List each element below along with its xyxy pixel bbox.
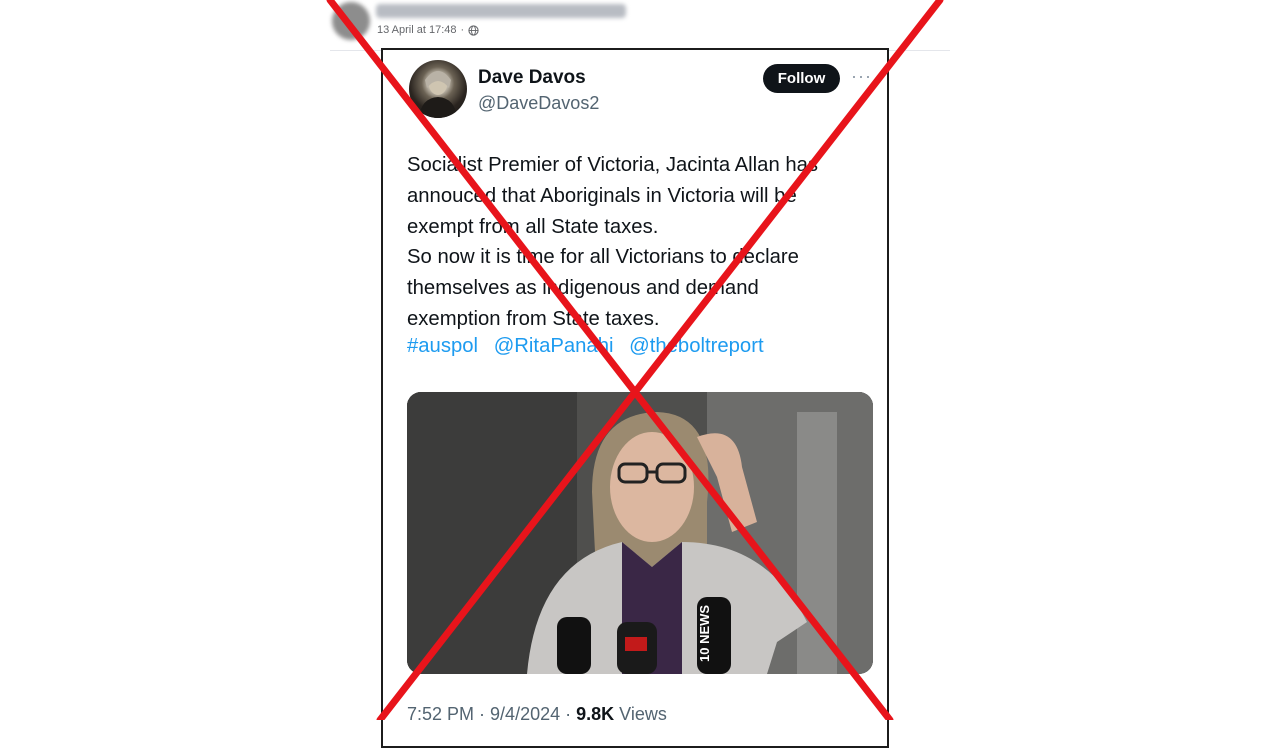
mention-link[interactable]: @theboltreport [629,335,763,357]
tweet-text-line: Socialist Premier of Victoria, Jacinta A… [407,154,819,176]
tweet-author-name[interactable]: Dave Davos [478,67,586,89]
tweet-screenshot: Dave Davos @DaveDavos2 Follow ··· Social… [381,48,889,748]
poster-avatar-blurred[interactable] [332,2,370,40]
tweet-footer: 7:52 PM · 9/4/2024 · 9.8K Views [407,704,667,724]
tweet-author-handle[interactable]: @DaveDavos2 [478,93,599,114]
views-label: Views [614,704,667,724]
poster-name-blurred[interactable] [376,4,626,18]
more-horizontal-icon[interactable]: ··· [851,66,872,87]
tweet-photo[interactable]: 10 NEWS [407,392,873,674]
mic-news-label: 10 NEWS [697,605,712,662]
photo-illustration: 10 NEWS [407,392,873,674]
hashtag-link[interactable]: #auspol [407,335,478,357]
post-timestamp[interactable]: 13 April at 17:48 [377,24,457,36]
tweet-text-line: So now it is time for all Victorians to … [407,246,799,269]
globe-icon [468,24,479,36]
post-header: 13 April at 17:48 · [328,0,948,48]
tweet-author-avatar[interactable] [409,60,467,118]
tweet-text: Socialist Premier of Victoria, Jacinta A… [407,150,877,335]
views-count: 9.8K [576,704,615,724]
mention-link[interactable]: @RitaPanahi [494,335,614,357]
tweet-text-line: themselves as indigenous and demand [407,277,759,300]
post-meta: 13 April at 17:48 · [377,24,479,36]
tweet-hashtags-mentions: #auspol @RitaPanahi @theboltreport [407,335,774,358]
tweet-text-line: annouced that Aboriginals in Victoria wi… [407,184,797,207]
tweet-time[interactable]: 7:52 PM [407,704,474,724]
tweet-date[interactable]: 9/4/2024 [490,704,560,724]
follow-button[interactable]: Follow [763,64,840,93]
tweet-text-line: exemption from State taxes. [407,307,660,330]
tweet-text-line: exempt from all State taxes. [407,215,659,238]
